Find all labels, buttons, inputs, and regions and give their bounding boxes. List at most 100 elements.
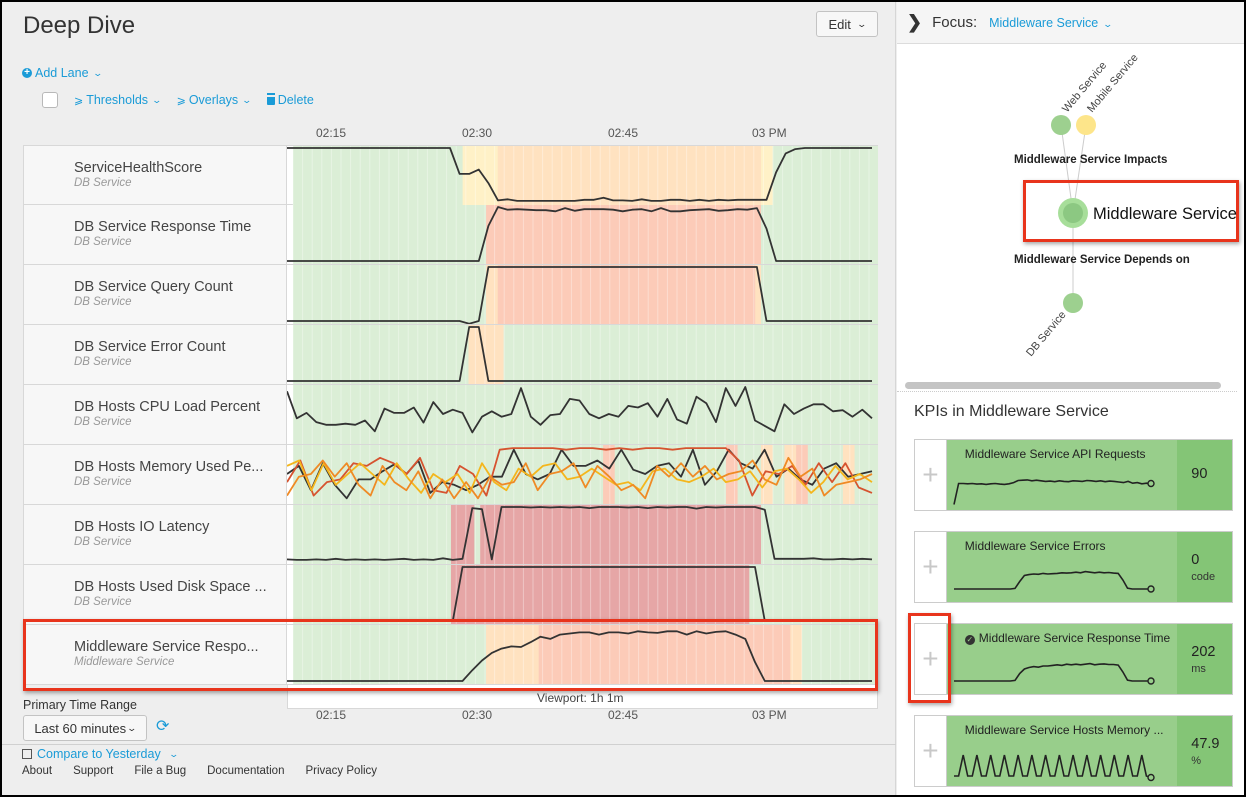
lane-row[interactable]: Middleware Service Respo... Middleware S… — [23, 625, 878, 685]
lane-chart[interactable] — [287, 205, 878, 264]
kpi-sparkline — [953, 570, 1155, 593]
time-axis-top: 02:15 02:30 02:45 03 PM — [288, 126, 878, 142]
topology-node-web-service[interactable] — [1051, 115, 1071, 135]
threshold-band-medium — [497, 146, 762, 205]
thresholds-dropdown[interactable]: ⩾ Thresholds ⌄ — [74, 93, 162, 107]
kpi-sparkline-area[interactable]: ✓ Middleware Service Response Time — [946, 624, 1178, 694]
threshold-band-high — [603, 445, 616, 504]
lane-label[interactable]: DB Hosts CPU Load Percent DB Service — [23, 385, 287, 444]
lane-chart[interactable] — [287, 325, 878, 384]
lane-row[interactable]: DB Hosts IO Latency DB Service — [23, 505, 878, 565]
lane-service: Middleware Service — [74, 656, 175, 668]
footer-link-privacy-policy[interactable]: Privacy Policy — [305, 765, 377, 777]
add-kpi-lane-button[interactable]: + — [915, 440, 947, 510]
add-lane-button[interactable]: + Add Lane ⌄ — [22, 66, 103, 80]
lane-label[interactable]: DB Hosts Used Disk Space ... DB Service — [23, 565, 287, 624]
lane-row[interactable]: DB Service Error Count DB Service — [23, 325, 878, 385]
focus-panel: ❯ Focus: Middleware Service ⌄ Web Servic… — [897, 2, 1244, 795]
lane-label[interactable]: Middleware Service Respo... Middleware S… — [23, 625, 287, 684]
kpi-sparkline-area[interactable]: Middleware Service Errors — [946, 532, 1178, 602]
lane-chart-svg — [287, 146, 878, 205]
compare-to-yesterday-toggle[interactable]: Compare to Yesterday ⌄ — [22, 747, 179, 761]
topology-node-mobile-service[interactable] — [1076, 115, 1096, 135]
chevron-down-icon: ⌄ — [241, 94, 253, 105]
lane-service: DB Service — [74, 596, 132, 608]
add-kpi-lane-button[interactable]: + — [915, 624, 947, 694]
plus-icon: + — [922, 459, 939, 490]
lane-chart[interactable] — [287, 445, 878, 504]
select-all-checkbox[interactable] — [42, 92, 58, 108]
footer-link-support[interactable]: Support — [73, 765, 113, 777]
lane-service: DB Service — [74, 476, 132, 488]
lane-service: DB Service — [74, 416, 132, 428]
sparkline-path — [953, 662, 1151, 682]
lane-label[interactable]: DB Service Error Count DB Service — [23, 325, 287, 384]
threshold-band-normal — [761, 205, 878, 264]
tick-label: 02:45 — [608, 126, 639, 140]
lane-chart[interactable] — [287, 385, 878, 444]
lane-chart-svg — [287, 625, 878, 684]
lane-chart[interactable] — [287, 565, 878, 624]
kpi-card[interactable]: + Middleware Service Hosts Memory ... 47… — [914, 715, 1233, 787]
footer-link-about[interactable]: About — [22, 765, 52, 777]
refresh-icon[interactable]: ⟳ — [156, 716, 169, 736]
overlays-dropdown[interactable]: ⩾ Overlays ⌄ — [177, 93, 253, 107]
compare-label: Compare to Yesterday — [37, 747, 161, 761]
lane-chart-svg — [287, 385, 878, 444]
kpi-card[interactable]: + ✓ Middleware Service Response Time 202 … — [914, 623, 1233, 695]
chevron-right-icon[interactable]: ❯ — [907, 12, 922, 33]
kpi-value-box: 90 — [1177, 440, 1232, 510]
kpi-value-box: 0 code — [1177, 532, 1232, 602]
horizontal-scrollbar[interactable] — [905, 382, 1221, 389]
footer-link-file-a-bug[interactable]: File a Bug — [134, 765, 186, 777]
kpi-sparkline-area[interactable]: Middleware Service API Requests — [946, 440, 1178, 510]
compare-checkbox[interactable] — [22, 749, 32, 759]
sparkline-path — [953, 479, 1151, 505]
topology-node-db-service[interactable] — [1063, 293, 1083, 313]
lane-chart[interactable] — [287, 505, 878, 564]
threshold-band-low — [462, 146, 499, 205]
lane-chart[interactable] — [287, 625, 878, 684]
focus-node-label: Middleware Service — [1093, 205, 1237, 223]
threshold-band-normal — [293, 385, 878, 444]
lane-row[interactable]: DB Service Response Time DB Service — [23, 205, 878, 265]
kpi-name-text: Middleware Service Response Time — [978, 631, 1171, 645]
lane-row[interactable]: DB Hosts Memory Used Pe... DB Service — [23, 445, 878, 505]
sparkline-endpoint — [1147, 479, 1155, 488]
lane-label[interactable]: DB Service Response Time DB Service — [23, 205, 287, 264]
kpi-value-box: 47.9 % — [1177, 716, 1232, 786]
lane-chart[interactable] — [287, 146, 878, 205]
deep-dive-panel: Deep Dive Edit ⌄ + Add Lane ⌄ ⩾ Threshol… — [2, 2, 896, 795]
threshold-band-medium — [468, 325, 505, 384]
focus-header: ❯ Focus: Middleware Service ⌄ — [897, 2, 1244, 44]
focus-service-dropdown[interactable]: Middleware Service ⌄ — [989, 16, 1113, 30]
threshold-band-normal — [761, 265, 878, 324]
lane-label[interactable]: ServiceHealthScore DB Service — [23, 146, 287, 204]
kpi-name-text: Middleware Service API Requests — [964, 447, 1146, 461]
kpi-name: Middleware Service Hosts Memory ... — [965, 723, 1164, 737]
lane-row[interactable]: DB Service Query Count DB Service — [23, 265, 878, 325]
lane-chart[interactable] — [287, 265, 878, 324]
lane-title: DB Hosts Memory Used Pe... — [74, 459, 264, 475]
threshold-band-normal — [293, 146, 464, 205]
sparkline-path — [953, 570, 1151, 590]
lane-row[interactable]: ServiceHealthScore DB Service — [23, 145, 878, 205]
add-kpi-lane-button[interactable]: + — [915, 532, 947, 602]
time-range-picker[interactable]: Last 60 minutes ⌄ — [23, 715, 147, 741]
kpi-card[interactable]: + Middleware Service Errors 0 code — [914, 531, 1233, 603]
lane-row[interactable]: DB Hosts Used Disk Space ... DB Service — [23, 565, 878, 625]
delete-button[interactable]: Delete — [266, 93, 314, 107]
footer-link-documentation[interactable]: Documentation — [207, 765, 284, 777]
kpi-sparkline — [953, 662, 1155, 685]
edit-button[interactable]: Edit ⌄ — [816, 11, 878, 37]
kpi-card[interactable]: + Middleware Service API Requests 90 — [914, 439, 1233, 511]
focus-label: Focus: — [932, 14, 978, 31]
kpi-sparkline — [953, 479, 1155, 505]
kpi-value: 202 — [1191, 643, 1216, 660]
lane-row[interactable]: DB Hosts CPU Load Percent DB Service — [23, 385, 878, 445]
lane-label[interactable]: DB Service Query Count DB Service — [23, 265, 287, 324]
lane-label[interactable]: DB Hosts IO Latency DB Service — [23, 505, 287, 564]
lane-label[interactable]: DB Hosts Memory Used Pe... DB Service — [23, 445, 287, 504]
add-kpi-lane-button[interactable]: + — [915, 716, 947, 786]
kpi-sparkline-area[interactable]: Middleware Service Hosts Memory ... — [946, 716, 1178, 786]
